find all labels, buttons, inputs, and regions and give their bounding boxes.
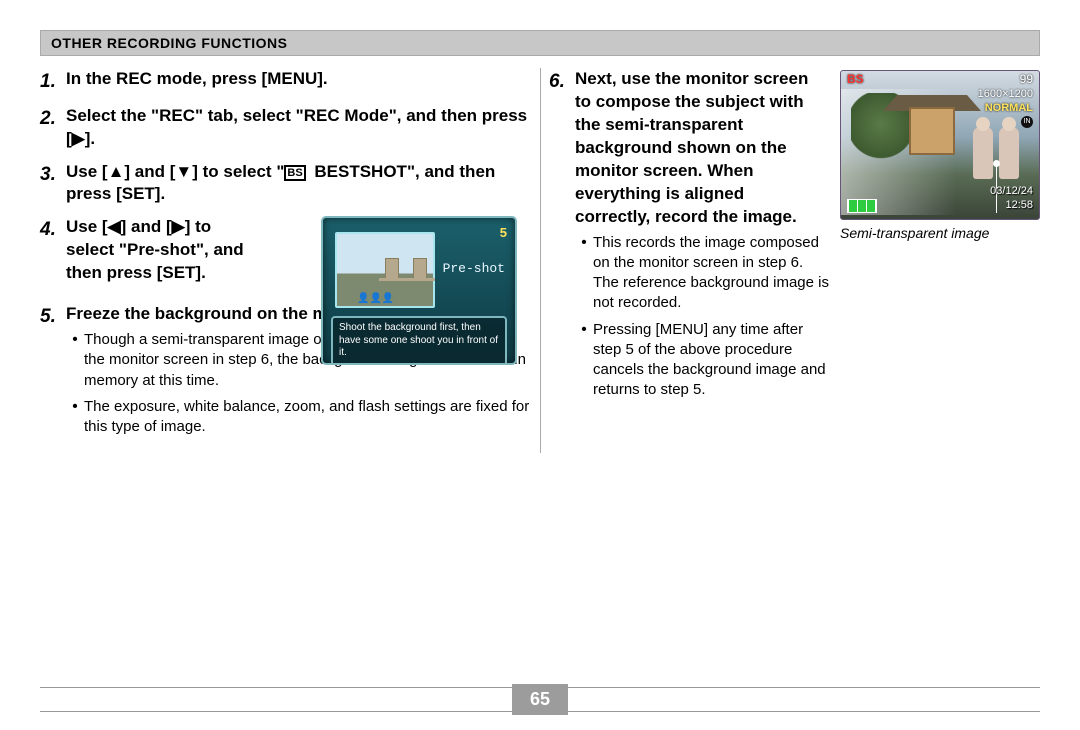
bestshot-badge: BS bbox=[847, 71, 864, 87]
section-header: OTHER RECORDING FUNCTIONS bbox=[40, 30, 1040, 56]
right-column: BS 99 1600×1200 NORMAL IN 03/12/24 12:58… bbox=[549, 68, 1040, 453]
battery-icon bbox=[847, 199, 877, 213]
date-label: 03/12/24 bbox=[990, 184, 1033, 199]
figure-caption: Semi-transparent image bbox=[840, 224, 1040, 243]
step-1: 1. In the REC mode, press [MENU]. bbox=[40, 68, 531, 95]
sample-photo: 👤👤👤 bbox=[335, 232, 435, 308]
time-label: 12:58 bbox=[1005, 198, 1033, 213]
right-arrow-icon: ▶ bbox=[72, 129, 85, 148]
step6-bullet: Pressing [MENU] any time after step 5 of… bbox=[575, 320, 830, 401]
scene-number: 5 bbox=[500, 224, 507, 242]
step6-bullet: This records the image composed on the m… bbox=[575, 233, 830, 314]
camera-lcd-preshot: 👤👤👤 5 Pre-shot Shoot the background firs… bbox=[321, 216, 517, 365]
down-arrow-icon: ▼ bbox=[175, 162, 192, 181]
camera-lcd-record: BS 99 1600×1200 NORMAL IN 03/12/24 12:58 bbox=[840, 70, 1040, 220]
resolution-label: 1600×1200 bbox=[978, 87, 1033, 102]
two-column-layout: 1. In the REC mode, press [MENU]. 2. Sel… bbox=[40, 68, 1040, 453]
bestshot-icon: BS bbox=[284, 165, 305, 181]
left-column: 1. In the REC mode, press [MENU]. 2. Sel… bbox=[40, 68, 531, 453]
memory-icon: IN bbox=[1021, 116, 1033, 128]
column-divider bbox=[539, 68, 541, 453]
step-4: 4. Use [◀] and [▶] to select "Pre-shot",… bbox=[40, 216, 531, 285]
step5-bullet: The exposure, white balance, zoom, and f… bbox=[66, 397, 531, 438]
scene-hint: Shoot the background first, then have so… bbox=[331, 316, 507, 365]
step-6: 6. Next, use the monitor screen to compo… bbox=[549, 68, 830, 407]
up-arrow-icon: ▲ bbox=[108, 162, 125, 181]
page-number: 65 bbox=[512, 684, 568, 715]
quality-label: NORMAL bbox=[985, 101, 1033, 116]
shots-remaining: 99 bbox=[1020, 71, 1033, 87]
right-arrow-icon: ▶ bbox=[172, 217, 185, 236]
page-footer: 65 bbox=[40, 687, 1040, 712]
step-2: 2. Select the "REC" tab, select "REC Mod… bbox=[40, 105, 531, 151]
left-arrow-icon: ◀ bbox=[108, 217, 121, 236]
figure-semi-transparent: BS 99 1600×1200 NORMAL IN 03/12/24 12:58… bbox=[840, 70, 1040, 243]
step-3: 3. Use [▲] and [▼] to select "BS BESTSHO… bbox=[40, 161, 531, 207]
scene-title: Pre-shot bbox=[443, 260, 505, 278]
